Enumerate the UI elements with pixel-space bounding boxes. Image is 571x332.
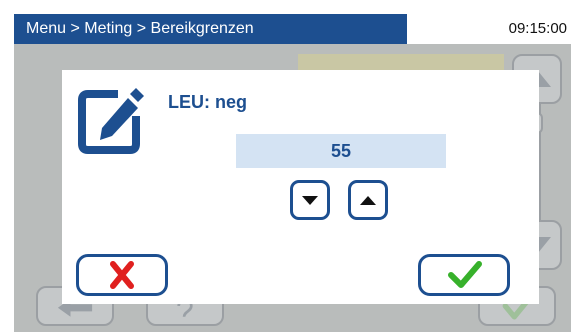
increment-button[interactable] [348, 180, 388, 220]
decrement-button[interactable] [290, 180, 330, 220]
triangle-down-icon [302, 196, 318, 205]
triangle-up-icon [360, 196, 376, 205]
red-x-icon [110, 261, 134, 289]
cancel-button[interactable] [76, 254, 168, 296]
title-bar: Menu > Meting > Bereikgrenzen 09:15:00 [14, 14, 571, 44]
parameter-label: LEU: neg [168, 92, 247, 112]
value-display: 55 [236, 134, 446, 168]
clock: 09:15:00 [406, 14, 571, 44]
device-screen: Menu > Meting > Bereikgrenzen 09:15:00 L… [14, 14, 571, 332]
breadcrumb: Menu > Meting > Bereikgrenzen [26, 20, 254, 37]
green-check-icon [448, 261, 482, 288]
edit-icon [78, 88, 144, 154]
value-edit-dialog: LEU: neg 55 [62, 70, 539, 304]
confirm-button[interactable] [418, 254, 510, 296]
